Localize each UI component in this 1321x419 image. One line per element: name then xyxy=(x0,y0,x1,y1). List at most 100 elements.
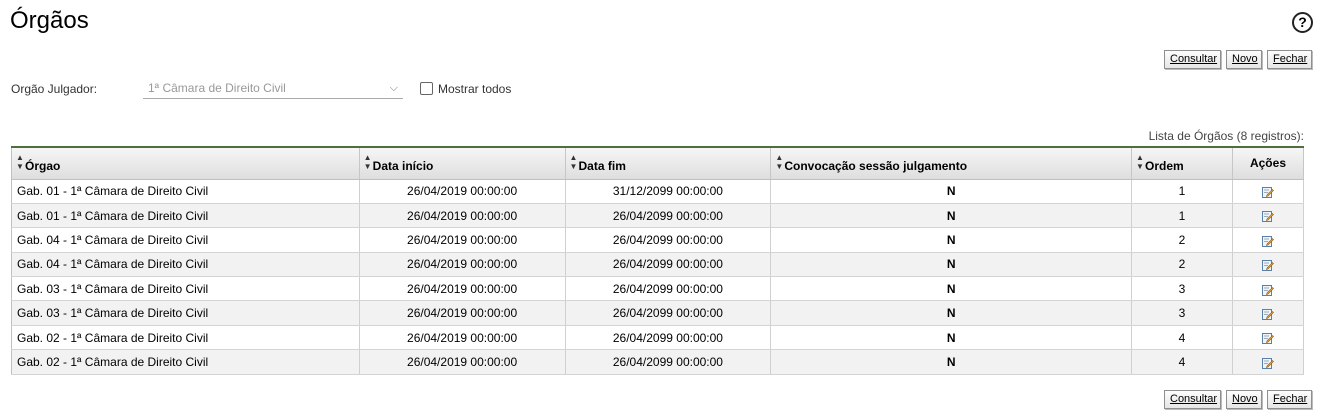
edit-pencil-icon[interactable] xyxy=(1261,186,1274,199)
data-inicio-cell: 26/04/2019 00:00:00 xyxy=(359,179,566,204)
table-row[interactable]: Gab. 02 - 1ª Câmara de Direito Civil 26/0… xyxy=(11,325,1305,351)
novo-button[interactable]: Novo xyxy=(1226,390,1262,409)
edit-pencil-icon[interactable] xyxy=(1261,284,1274,296)
convocacao-cell: N xyxy=(770,227,1133,253)
mostrar-todos-checkbox[interactable] xyxy=(420,82,433,95)
ordem-cell: 4 xyxy=(1131,325,1233,351)
convocacao-cell: N xyxy=(770,179,1133,204)
column-label: Data início xyxy=(372,159,434,174)
novo-button[interactable]: Novo xyxy=(1226,50,1262,69)
edit-pencil-icon[interactable] xyxy=(1261,210,1274,223)
acoes-cell xyxy=(1232,179,1305,204)
table-row[interactable]: Gab. 04 - 1ª Câmara de Direito Civil 26/0… xyxy=(11,227,1305,253)
consultar-button[interactable]: Consultar xyxy=(1164,390,1221,409)
sort-arrows-icon: ▲ ▼ xyxy=(569,153,578,172)
column-label: Órgao xyxy=(25,159,61,174)
convocacao-cell: N xyxy=(770,300,1133,326)
consultar-button[interactable]: Consultar xyxy=(1164,50,1221,69)
ordem-cell: 3 xyxy=(1131,276,1233,302)
sort-arrows-icon: ▲ ▼ xyxy=(775,153,784,172)
edit-pencil-icon[interactable] xyxy=(1261,259,1274,272)
data-fim-cell: 26/04/2099 00:00:00 xyxy=(565,349,772,375)
column-header-acoes: Ações xyxy=(1232,146,1305,180)
column-label: Ações xyxy=(1249,156,1286,171)
ordem-cell: 3 xyxy=(1131,300,1233,326)
consultar-label: Consultar xyxy=(1170,393,1218,405)
sort-arrows-icon: ▲ ▼ xyxy=(363,153,372,172)
convocacao-cell: N xyxy=(770,276,1133,302)
mostrar-todos-label[interactable]: Mostrar todos xyxy=(438,82,511,96)
orgaos-table: ▲ ▼Órgao ▲ ▼Data início ▲ ▼Data fim ▲ ▼Convo… xyxy=(11,146,1305,375)
orgao-cell: Gab. 04 - 1ª Câmara de Direito Civil xyxy=(11,252,360,278)
table-body: Gab. 01 - 1ª Câmara de Direito Civil 26/0… xyxy=(11,179,1305,375)
orgao-cell: Gab. 01 - 1ª Câmara de Direito Civil xyxy=(11,179,360,204)
orgao-julgador-value: 1ª Câmara de Direito Civil xyxy=(148,81,286,95)
column-label: Ordem xyxy=(1145,159,1184,174)
orgao-cell: Gab. 01 - 1ª Câmara de Direito Civil xyxy=(11,203,360,229)
orgao-cell: Gab. 02 - 1ª Câmara de Direito Civil xyxy=(11,349,360,375)
list-caption: Lista de Órgãos (8 registros): xyxy=(1148,129,1304,143)
fechar-button[interactable]: Fechar xyxy=(1267,50,1312,69)
table-row[interactable]: Gab. 02 - 1ª Câmara de Direito Civil 26/0… xyxy=(11,349,1305,375)
data-inicio-cell: 26/04/2019 00:00:00 xyxy=(359,349,566,375)
acoes-cell xyxy=(1232,227,1305,253)
data-fim-cell: 26/04/2099 00:00:00 xyxy=(565,203,772,229)
table-row[interactable]: Gab. 03 - 1ª Câmara de Direito Civil 26/0… xyxy=(11,276,1305,302)
ordem-cell: 2 xyxy=(1131,252,1233,278)
orgao-cell: Gab. 02 - 1ª Câmara de Direito Civil xyxy=(11,325,360,351)
data-inicio-cell: 26/04/2019 00:00:00 xyxy=(359,300,566,326)
edit-pencil-icon[interactable] xyxy=(1261,332,1274,345)
bottom-button-bar: Consultar Novo Fechar xyxy=(1164,390,1312,409)
column-header-orgao[interactable]: ▲ ▼Órgao xyxy=(11,146,360,180)
column-label: Data fim xyxy=(578,159,626,174)
table-header-row: ▲ ▼Órgao ▲ ▼Data início ▲ ▼Data fim ▲ ▼Convo… xyxy=(11,146,1305,180)
acoes-cell xyxy=(1232,203,1305,229)
table-row[interactable]: Gab. 01 - 1ª Câmara de Direito Civil 26/0… xyxy=(11,203,1305,229)
acoes-cell xyxy=(1232,349,1305,375)
column-header-data-inicio[interactable]: ▲ ▼Data início xyxy=(359,146,566,180)
acoes-cell xyxy=(1232,325,1305,351)
data-inicio-cell: 26/04/2019 00:00:00 xyxy=(359,276,566,302)
convocacao-cell: N xyxy=(770,325,1133,351)
table-row[interactable]: Gab. 01 - 1ª Câmara de Direito Civil 26/0… xyxy=(11,179,1305,204)
column-header-convocacao[interactable]: ▲ ▼Convocação sessão julgamento xyxy=(770,146,1133,180)
data-fim-cell: 26/04/2099 00:00:00 xyxy=(565,252,772,278)
data-fim-cell: 26/04/2099 00:00:00 xyxy=(565,325,772,351)
acoes-cell xyxy=(1232,276,1305,302)
ordem-cell: 1 xyxy=(1131,179,1233,204)
fechar-label: Fechar xyxy=(1273,393,1308,405)
edit-pencil-icon[interactable] xyxy=(1261,308,1274,320)
ordem-cell: 4 xyxy=(1131,349,1233,375)
convocacao-cell: N xyxy=(770,349,1133,375)
sort-arrows-icon: ▲ ▼ xyxy=(1136,153,1144,172)
edit-pencil-icon[interactable] xyxy=(1261,235,1274,247)
acoes-cell xyxy=(1232,300,1305,326)
data-fim-cell: 31/12/2099 00:00:00 xyxy=(565,179,772,204)
column-header-ordem[interactable]: ▲ ▼Ordem xyxy=(1131,146,1233,180)
convocacao-cell: N xyxy=(770,203,1133,229)
data-fim-cell: 26/04/2099 00:00:00 xyxy=(565,300,772,326)
orgao-cell: Gab. 03 - 1ª Câmara de Direito Civil xyxy=(11,276,360,302)
orgao-julgador-select[interactable]: 1ª Câmara de Direito Civil ⌵ xyxy=(143,79,403,99)
ordem-cell: 2 xyxy=(1131,227,1233,253)
ordem-cell: 1 xyxy=(1131,203,1233,229)
data-inicio-cell: 26/04/2019 00:00:00 xyxy=(359,203,566,229)
fechar-button[interactable]: Fechar xyxy=(1267,390,1312,409)
page-title: Órgãos xyxy=(10,7,89,34)
edit-pencil-icon[interactable] xyxy=(1261,357,1274,369)
column-header-data-fim[interactable]: ▲ ▼Data fim xyxy=(565,146,772,180)
data-inicio-cell: 26/04/2019 00:00:00 xyxy=(359,252,566,278)
acoes-cell xyxy=(1232,252,1305,278)
consultar-label: Consultar xyxy=(1170,53,1218,65)
orgao-cell: Gab. 04 - 1ª Câmara de Direito Civil xyxy=(11,227,360,253)
table-row[interactable]: Gab. 04 - 1ª Câmara de Direito Civil 26/0… xyxy=(11,252,1305,278)
fechar-label: Fechar xyxy=(1273,53,1308,65)
column-label: Convocação sessão julgamento xyxy=(784,159,968,174)
help-icon[interactable]: ? xyxy=(1292,12,1313,33)
novo-label: Novo xyxy=(1232,53,1258,65)
chevron-down-icon: ⌵ xyxy=(389,82,398,94)
data-fim-cell: 26/04/2099 00:00:00 xyxy=(565,276,772,302)
table-row[interactable]: Gab. 03 - 1ª Câmara de Direito Civil 26/0… xyxy=(11,300,1305,326)
data-inicio-cell: 26/04/2019 00:00:00 xyxy=(359,325,566,351)
data-fim-cell: 26/04/2099 00:00:00 xyxy=(565,227,772,253)
